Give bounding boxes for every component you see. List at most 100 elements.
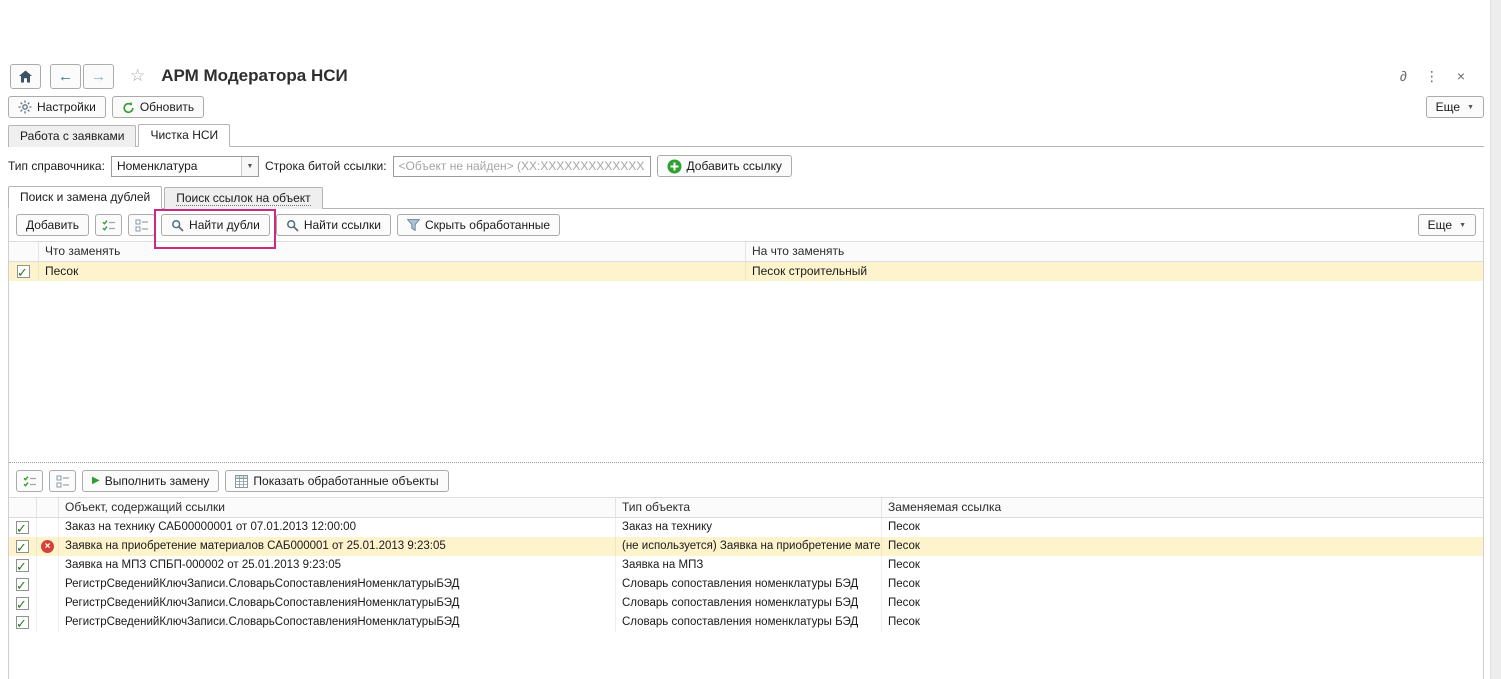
execute-replace-label: Выполнить замену: [105, 474, 210, 488]
link-cell[interactable]: Песок: [882, 537, 1483, 556]
page-scrollbar[interactable]: [1490, 0, 1501, 679]
back-arrow-icon: ←: [58, 69, 73, 84]
link-cell[interactable]: Песок: [882, 518, 1483, 537]
table-row[interactable]: РегистрСведенийКлючЗаписи.СловарьСопоста…: [9, 613, 1483, 632]
broken-link-input[interactable]: [393, 156, 651, 177]
object-cell[interactable]: Заявка на МПЗ СПБП-000002 от 25.01.2013 …: [59, 556, 616, 575]
status-cell: [37, 594, 59, 613]
link-cell[interactable]: Песок: [882, 613, 1483, 632]
more-button-duplicates[interactable]: Еще ▼: [1418, 214, 1476, 236]
tab-requests[interactable]: Работа с заявками: [8, 125, 136, 147]
more-menu-icon[interactable]: ⋮: [1425, 69, 1439, 83]
hide-processed-label: Скрыть обработанные: [425, 218, 550, 232]
forward-button[interactable]: →: [83, 64, 114, 89]
table-row[interactable]: РегистрСведенийКлючЗаписи.СловарьСопоста…: [9, 594, 1483, 613]
tab-find-object-links[interactable]: Поиск ссылок на объект: [164, 187, 322, 209]
tab-find-replace-duplicates[interactable]: Поиск и замена дублей: [8, 186, 162, 209]
row-checkbox[interactable]: [17, 265, 30, 278]
get-link-icon[interactable]: ∂: [1400, 69, 1407, 83]
table-row[interactable]: × Заявка на приобретение материалов САБ0…: [9, 537, 1483, 556]
duplicates-table-header: Что заменять На что заменять: [9, 241, 1483, 262]
show-processed-button[interactable]: Показать обработанные объекты: [225, 470, 448, 492]
home-button[interactable]: [10, 64, 41, 89]
uncheck-all-button[interactable]: [128, 214, 155, 236]
favorite-star-icon[interactable]: ☆: [130, 66, 145, 86]
column-header-replace-what[interactable]: Что заменять: [39, 242, 746, 261]
chevron-down-icon[interactable]: ▼: [241, 157, 258, 176]
type-cell[interactable]: Словарь сопоставления номенклатуры БЭД: [616, 594, 882, 613]
object-cell[interactable]: Заявка на приобретение материалов САБ000…: [59, 537, 616, 556]
column-header-type[interactable]: Тип объекта: [616, 498, 882, 517]
tab-nsi-cleanup[interactable]: Чистка НСИ: [138, 124, 230, 147]
hide-processed-button[interactable]: Скрыть обработанные: [397, 214, 560, 236]
row-checkbox[interactable]: [16, 597, 29, 610]
link-cell[interactable]: Песок: [882, 556, 1483, 575]
tab-requests-label: Работа с заявками: [20, 129, 124, 143]
chevron-down-icon: ▼: [1459, 222, 1466, 229]
link-cell[interactable]: Песок: [882, 594, 1483, 613]
check-all-button[interactable]: [95, 214, 122, 236]
table-row[interactable]: РегистрСведенийКлючЗаписи.СловарьСопоста…: [9, 575, 1483, 594]
replace-what-cell[interactable]: Песок: [39, 262, 746, 281]
column-header-object[interactable]: Объект, содержащий ссылки: [59, 498, 616, 517]
uncheck-all-button[interactable]: [49, 470, 76, 492]
references-table-header: Объект, содержащий ссылки Тип объекта За…: [9, 497, 1483, 518]
table-row[interactable]: Песок Песок строительный: [9, 262, 1483, 281]
tab-find-replace-duplicates-label: Поиск и замена дублей: [20, 190, 150, 204]
execute-replace-button[interactable]: ▶ Выполнить замену: [82, 470, 219, 492]
column-header-link[interactable]: Заменяемая ссылка: [882, 498, 1483, 517]
catalog-type-select[interactable]: Номенклатура ▼: [111, 156, 259, 177]
find-links-button[interactable]: Найти ссылки: [276, 214, 391, 236]
duplicates-toolbar: Добавить Найти дубли: [9, 209, 1483, 241]
add-link-button[interactable]: Добавить ссылку: [657, 155, 792, 177]
funnel-icon: [407, 219, 420, 231]
add-button[interactable]: Добавить: [16, 214, 89, 236]
row-checkbox[interactable]: [16, 521, 29, 534]
checkbox-column-header: [9, 498, 37, 517]
find-duplicates-button[interactable]: Найти дубли: [161, 214, 270, 236]
sub-tab-strip: Поиск и замена дублей Поиск ссылок на об…: [8, 186, 1484, 209]
play-icon: ▶: [92, 476, 100, 486]
more-button-top[interactable]: Еще ▼: [1426, 96, 1484, 118]
plus-circle-icon: [667, 159, 682, 174]
table-row[interactable]: Заявка на МПЗ СПБП-000002 от 25.01.2013 …: [9, 556, 1483, 575]
type-cell[interactable]: (не используется) Заявка на приобретение…: [616, 537, 882, 556]
app-window: ← → ☆ АРМ Модератора НСИ ∂ ⋮ × Настройки…: [0, 0, 1501, 679]
object-cell[interactable]: РегистрСведенийКлючЗаписи.СловарьСопоста…: [59, 575, 616, 594]
settings-button[interactable]: Настройки: [8, 96, 106, 118]
replace-toolbar: ▶ Выполнить замену Показать обработанные…: [9, 465, 1483, 497]
column-header-replace-with[interactable]: На что заменять: [746, 242, 1483, 261]
check-all-icon: [102, 219, 116, 232]
tab-nsi-cleanup-label: Чистка НСИ: [150, 128, 218, 142]
add-link-label: Добавить ссылку: [687, 159, 782, 173]
check-all-button[interactable]: [16, 470, 43, 492]
object-cell[interactable]: Заказ на технику САБ00000001 от 07.01.20…: [59, 518, 616, 537]
uncheck-all-icon: [135, 219, 149, 232]
refresh-button[interactable]: Обновить: [112, 96, 204, 118]
object-cell[interactable]: РегистрСведенийКлючЗаписи.СловарьСопоста…: [59, 613, 616, 632]
type-cell[interactable]: Словарь сопоставления номенклатуры БЭД: [616, 575, 882, 594]
replace-with-cell[interactable]: Песок строительный: [746, 262, 1483, 281]
status-cell: [37, 518, 59, 537]
row-checkbox[interactable]: [16, 540, 29, 553]
row-checkbox[interactable]: [16, 616, 29, 629]
link-cell[interactable]: Песок: [882, 575, 1483, 594]
filter-row: Тип справочника: Номенклатура ▼ Строка б…: [0, 147, 1501, 184]
type-cell[interactable]: Словарь сопоставления номенклатуры БЭД: [616, 613, 882, 632]
close-icon[interactable]: ×: [1457, 69, 1465, 83]
show-processed-label: Показать обработанные объекты: [253, 474, 438, 488]
status-cell: ×: [37, 537, 59, 556]
catalog-type-label: Тип справочника:: [8, 159, 105, 173]
row-checkbox[interactable]: [16, 578, 29, 591]
status-cell: [37, 613, 59, 632]
back-button[interactable]: ←: [50, 64, 81, 89]
object-cell[interactable]: РегистрСведенийКлючЗаписи.СловарьСопоста…: [59, 594, 616, 613]
table-row[interactable]: Заказ на технику САБ00000001 от 07.01.20…: [9, 518, 1483, 537]
settings-label: Настройки: [37, 100, 96, 114]
status-cell: [37, 575, 59, 594]
type-cell[interactable]: Заказ на технику: [616, 518, 882, 537]
catalog-type-value: Номенклатура: [112, 159, 241, 173]
type-cell[interactable]: Заявка на МПЗ: [616, 556, 882, 575]
refresh-label: Обновить: [140, 100, 194, 114]
row-checkbox[interactable]: [16, 559, 29, 572]
